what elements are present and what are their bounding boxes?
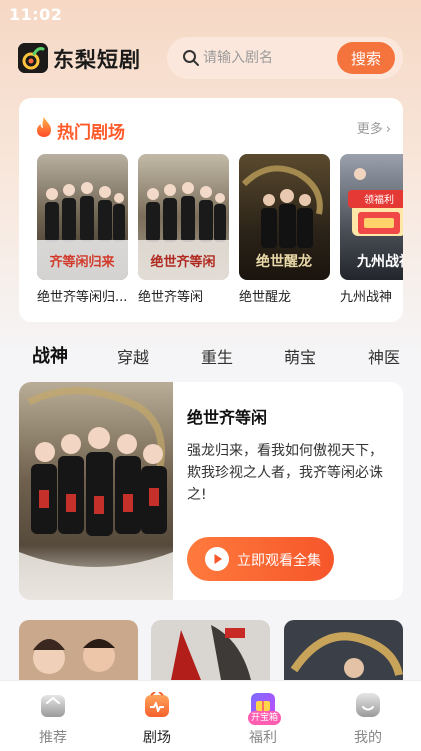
tab-chongsheng[interactable]: 重生 — [201, 344, 233, 368]
app-name: 东梨短剧 — [53, 48, 141, 72]
hot-item[interactable]: 齐等闲归来 绝世齐等闲归... — [37, 154, 128, 305]
flame-icon — [37, 117, 51, 137]
poster-caption: 绝世齐等闲 — [150, 254, 215, 270]
hot-item[interactable]: 绝世齐等闲 绝世齐等闲 — [138, 154, 229, 305]
hot-section-title: 热门剧场 — [57, 123, 125, 143]
tab-chuanyue[interactable]: 穿越 — [117, 344, 149, 368]
status-bar: 11:02 — [0, 0, 421, 30]
search-icon — [183, 50, 199, 66]
featured-poster — [19, 382, 173, 600]
poster-image: 领福利 九州战神 — [340, 154, 403, 280]
watch-all-button[interactable]: 立即观看全集 — [187, 537, 334, 581]
tab-shenyi[interactable]: 神医 — [368, 344, 400, 368]
profile-icon — [356, 693, 380, 717]
more-label: 更多 — [356, 122, 383, 137]
hot-item-title: 绝世醒龙 — [239, 290, 292, 305]
featured-title: 绝世齐等闲 — [187, 408, 268, 427]
nav-mine[interactable]: 我的 — [328, 681, 408, 751]
poster-image: 绝世齐等闲 — [138, 154, 229, 280]
poster-caption: 绝世醒龙 — [256, 253, 312, 270]
drama-grid — [19, 620, 403, 680]
hot-item[interactable]: 领福利 九州战神 九州战神 — [340, 154, 403, 305]
search-input[interactable] — [203, 48, 333, 68]
chevron-right-icon: › — [385, 122, 391, 137]
nav-label: 剧场 — [143, 730, 171, 746]
home-icon — [41, 695, 65, 717]
nav-welfare[interactable]: 开宝箱 福利 — [223, 681, 303, 751]
hot-section: 热门剧场 更多 › 齐等闲归来 绝世齐等闲归... 绝世齐等闲 绝世齐等闲 绝世… — [19, 98, 403, 322]
poster-caption: 九州战神 — [356, 253, 403, 270]
bottom-nav: 推荐 剧场 开宝箱 福利 我的 — [0, 680, 421, 751]
theater-icon — [145, 692, 169, 717]
more-link[interactable]: 更多 › — [357, 118, 391, 137]
watch-all-label: 立即观看全集 — [237, 552, 321, 568]
nav-theater[interactable]: 剧场 — [117, 681, 197, 751]
hot-list: 齐等闲归来 绝世齐等闲归... 绝世齐等闲 绝世齐等闲 绝世醒龙 绝世醒龙 领福… — [37, 154, 403, 314]
welfare-badge: 开宝箱 — [248, 711, 281, 725]
drama-thumbnail[interactable] — [19, 620, 138, 680]
tab-mengbao[interactable]: 萌宝 — [284, 344, 316, 368]
nav-label: 推荐 — [39, 730, 67, 746]
featured-description: 强龙归来，看我如何傲视天下，欺我珍视之人者，我齐等闲必诛之! — [187, 443, 383, 503]
hot-item-title: 绝世齐等闲归... — [37, 290, 128, 305]
poster-caption: 齐等闲归来 — [49, 254, 115, 270]
drama-thumbnail[interactable] — [284, 620, 403, 680]
hot-item-title: 绝世齐等闲 — [138, 290, 204, 305]
hot-item[interactable]: 绝世醒龙 绝世醒龙 — [239, 154, 330, 305]
poster-badge: 领福利 — [364, 193, 394, 206]
header: 东梨短剧 搜索 — [0, 36, 421, 82]
play-icon — [205, 547, 229, 571]
search-button[interactable]: 搜索 — [337, 42, 395, 74]
drama-thumbnail[interactable] — [151, 620, 270, 680]
nav-label: 我的 — [354, 730, 382, 746]
hot-item-title: 九州战神 — [340, 290, 393, 305]
tab-zhanshen[interactable]: 战神 — [32, 342, 68, 368]
nav-recommend[interactable]: 推荐 — [13, 681, 93, 751]
search-bar[interactable]: 搜索 — [167, 37, 403, 79]
featured-card[interactable]: 绝世齐等闲 强龙归来，看我如何傲视天下，欺我珍视之人者，我齐等闲必诛之! 立即观… — [19, 382, 403, 600]
status-time: 11:02 — [9, 5, 63, 24]
poster-image: 绝世醒龙 — [239, 154, 330, 280]
poster-image: 齐等闲归来 — [37, 154, 128, 280]
app-logo-icon — [18, 43, 48, 73]
nav-label: 福利 — [249, 730, 277, 746]
category-tabs: 战神 穿越 重生 萌宝 神医 — [0, 340, 421, 374]
